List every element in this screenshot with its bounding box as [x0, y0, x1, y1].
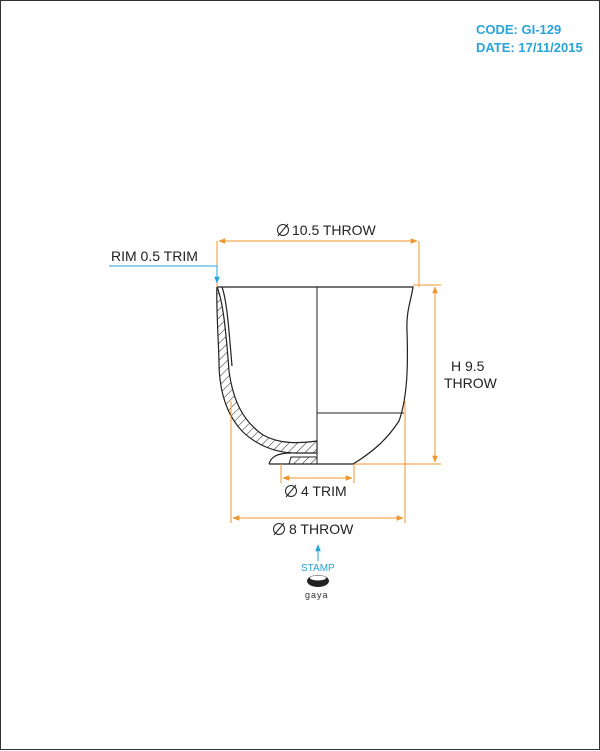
diameter-symbol-base [273, 522, 285, 536]
foot-diameter-label: 4 TRIM [301, 483, 347, 499]
foot-section-hatch [288, 456, 318, 465]
stamp-label: STAMP [301, 563, 335, 574]
diameter-symbol-top [277, 223, 289, 237]
drawing-sheet: CODE: GI-129 DATE: 17/11/2015 10.5 THROW… [0, 0, 600, 750]
diameter-symbol-foot [285, 484, 297, 498]
code-label: CODE: GI-129 [476, 22, 561, 37]
height-label-line2: THROW [444, 375, 498, 391]
outer-profile-right [317, 286, 414, 465]
dimension-lines [216, 238, 441, 523]
height-label-line1: H 9.5 [451, 358, 485, 374]
cup-profile [216, 286, 414, 465]
rim-label: RIM 0.5 TRIM [111, 248, 198, 264]
top-diameter-label: 10.5 THROW [292, 222, 377, 238]
stamp-logo-text: gaya [305, 590, 329, 600]
wall-section-hatch [216, 286, 318, 454]
foot-left-edge [268, 452, 292, 465]
technical-drawing: CODE: GI-129 DATE: 17/11/2015 10.5 THROW… [109, 22, 583, 600]
date-label: DATE: 17/11/2015 [476, 40, 583, 55]
base-diameter-label: 8 THROW [289, 521, 354, 537]
rim-callout [109, 265, 220, 284]
stamp-logo: gaya [305, 575, 329, 600]
